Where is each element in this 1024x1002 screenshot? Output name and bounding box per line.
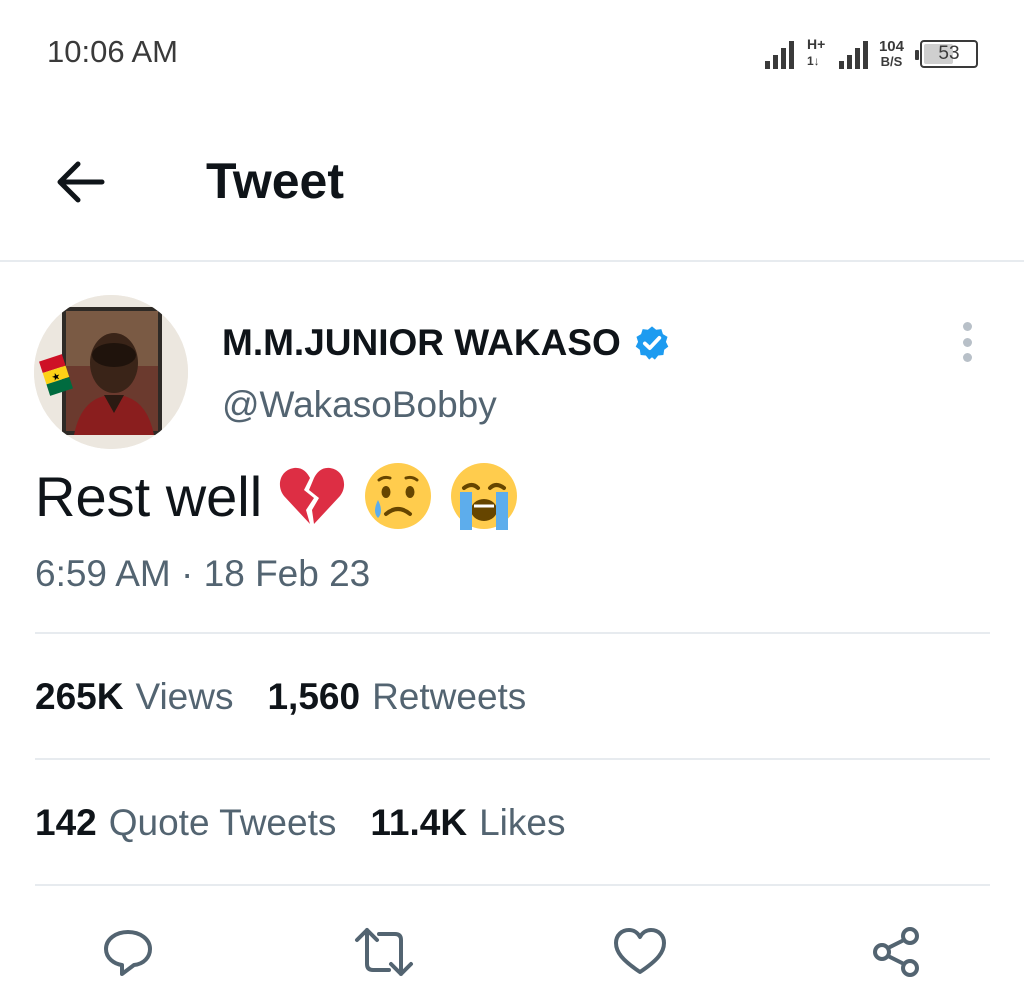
retweets-label: Retweets [372,676,527,717]
network-type-label: H+ [806,36,826,52]
battery-icon: 53 [915,40,978,68]
network-speed: 104 B/S [879,39,904,69]
network-type: H+ 1↓ [807,37,829,71]
quote-tweets-stat[interactable]: 142 Quote Tweets [35,802,336,844]
more-dot-icon [962,337,972,347]
page-title: Tweet [206,153,344,209]
retweet-icon [355,928,413,976]
views-label: Views [135,676,234,717]
avatar-image: ★ [34,295,188,449]
broken-heart-emoji [280,467,345,524]
reply-button[interactable] [96,920,160,984]
more-dot-icon [962,353,972,362]
share-icon [873,927,919,977]
views-stat[interactable]: 265K Views [35,676,233,718]
quotes-count: 142 [35,802,97,843]
likes-label: Likes [479,802,566,843]
top-app-bar: Tweet [0,120,1024,260]
tweet-text: Rest well [35,460,520,532]
quotes-label: Quote Tweets [108,802,337,843]
retweets-stat[interactable]: 1,560 Retweets [267,676,526,718]
more-options-button[interactable] [946,318,988,366]
tweet-timestamp[interactable]: 6:59 AM · 18 Feb 23 [35,553,370,595]
views-count: 265K [35,676,124,717]
status-bar: 10:06 AM H+ 1↓ 104 B/S 53 [0,0,1024,100]
retweets-count: 1,560 [267,676,361,717]
like-icon [614,928,666,974]
likes-stat[interactable]: 11.4K Likes [370,802,565,844]
retweet-button[interactable] [352,920,416,984]
likes-count: 11.4K [370,802,468,843]
back-button[interactable] [48,150,112,214]
speed-unit: B/S [880,54,903,69]
stats-row-2: 142 Quote Tweets 11.4K Likes [35,802,565,844]
status-icons: H+ 1↓ 104 B/S 53 [764,34,978,74]
speed-value: 104 [878,38,904,55]
author-handle[interactable]: @WakasoBobby [222,384,497,426]
arrow-left-icon [57,161,105,203]
header-divider [0,260,1024,262]
more-dot-icon [962,322,972,331]
status-time: 10:06 AM [47,34,178,69]
network-activity: 1↓ [806,54,820,68]
divider [35,758,990,760]
divider [35,632,990,634]
tweet-screen: 10:06 AM H+ 1↓ 104 B/S 53 Tweet ★ M.M.JU… [0,0,1024,1002]
author-name[interactable]: M.M.JUNIOR WAKASO [222,322,671,364]
author-name-label: M.M.JUNIOR WAKASO [222,322,621,363]
loudly-crying-face-emoji [451,463,518,530]
stats-row-1: 265K Views 1,560 Retweets [35,676,526,718]
reply-icon [104,930,152,976]
like-button[interactable] [608,920,672,984]
tweet-text-content: Rest well [35,464,263,528]
battery-level: 53 [938,43,960,64]
divider [35,884,990,886]
signal-icon [764,41,794,69]
signal-icon-2 [838,41,868,69]
crying-face-emoji [365,463,432,529]
avatar[interactable]: ★ [34,295,188,449]
verified-badge-icon [635,326,669,360]
share-button[interactable] [864,920,928,984]
